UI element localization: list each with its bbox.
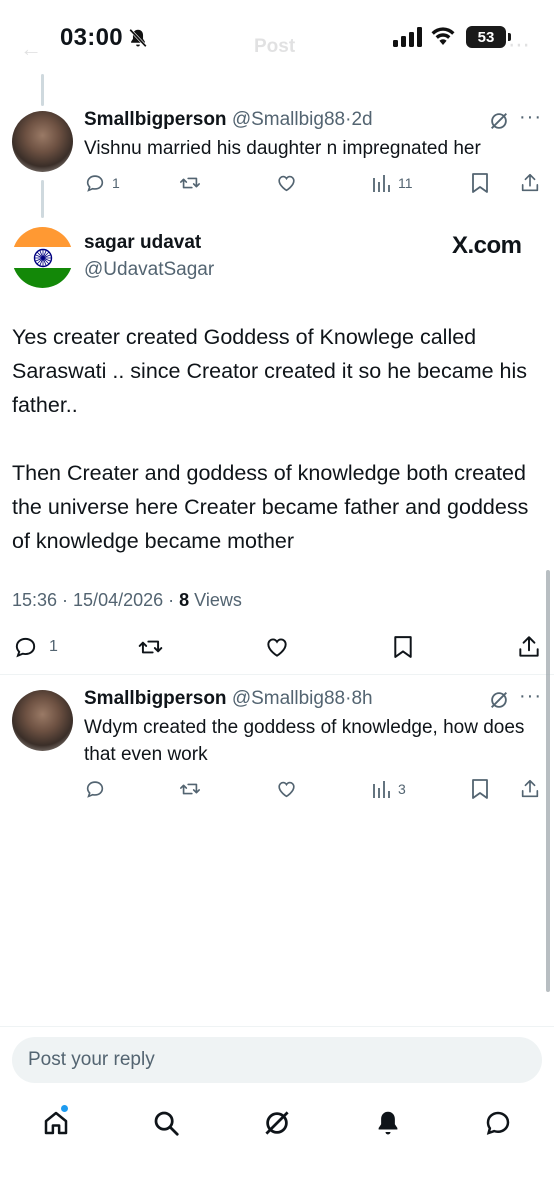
xcom-badge: X.com [452,232,522,259]
views-icon [373,781,390,798]
bell-off-icon [129,28,147,48]
author-name[interactable]: Smallbigperson [84,109,227,130]
share-icon [519,636,539,657]
bookmark-button[interactable] [470,778,490,800]
status-time: 03:00 [60,24,123,51]
views-count: 11 [398,175,413,191]
post-time: 2d [351,109,373,130]
post-text-paragraph-1: Yes creater created Goddess of Knowlege … [12,325,528,417]
scrollbar[interactable] [546,570,550,992]
notifications-icon [378,1111,398,1135]
bookmark-button[interactable] [392,634,414,660]
author-handle[interactable]: @UdavatSagar [84,259,214,281]
author-handle[interactable]: @Smallbig88 [232,688,345,709]
heart-icon [278,781,295,798]
bookmark-icon [472,173,488,193]
views-icon [373,175,390,192]
avatar[interactable] [12,690,73,751]
views-button[interactable]: 3 [372,778,406,800]
post-text: Vishnu married his daughter n impregnate… [84,138,481,159]
share-button[interactable] [519,778,541,800]
avatar[interactable] [12,111,73,172]
divider [0,674,554,675]
bookmark-icon [472,779,488,799]
views-total[interactable]: 8 [179,590,189,610]
reply-author-line: Smallbigperson @Smallbig88·8h [84,688,373,710]
battery-nub [508,33,511,41]
header-title: Post [254,36,296,57]
cellular-signal-icon [393,27,422,47]
repost-button[interactable] [136,634,165,660]
repost-button[interactable] [178,172,202,194]
reply-button[interactable] [84,778,106,800]
share-icon [521,173,539,192]
nav-messages[interactable] [481,1106,515,1140]
heart-icon [267,638,287,657]
nav-search[interactable] [149,1106,183,1140]
reply-placeholder: Post your reply [28,1049,155,1070]
heart-icon [278,175,295,192]
grok-icon[interactable] [488,689,510,711]
share-button[interactable] [519,172,541,194]
author-name[interactable]: Smallbigperson [84,688,227,709]
like-button[interactable] [275,778,298,800]
share-button[interactable] [516,634,542,660]
reply-input[interactable]: Post your reply [12,1037,542,1083]
more-options-icon[interactable]: ··· [519,106,542,129]
reply-button[interactable]: 1 [84,172,120,194]
repost-icon [180,783,200,795]
reply-icon [86,175,104,192]
repost-icon [138,640,163,654]
flag-saffron-band [12,227,73,248]
wifi-icon [431,27,455,45]
post-text: Wdym created the goddess of knowledge, h… [84,717,525,765]
grok-icon[interactable] [488,110,510,132]
reply-icon [15,637,36,658]
post-meta: 15:36 · 15/04/2026 · 8 Views [12,590,242,611]
share-icon [521,779,539,798]
bookmark-icon [394,636,412,658]
divider [0,1026,554,1027]
avatar[interactable] [12,227,73,288]
reply-count: 1 [49,638,58,655]
repost-icon [180,177,200,189]
back-arrow-icon[interactable]: ← [20,36,42,62]
views-button[interactable]: 11 [372,172,413,194]
repost-button[interactable] [178,778,202,800]
views-label: Views [189,590,242,610]
home-notification-dot [60,1104,69,1113]
post-text-paragraph-2: Then Creater and goddess of knowledge bo… [12,461,529,553]
nav-notifications[interactable] [371,1106,405,1140]
author-name[interactable]: sagar udavat [84,232,201,254]
thread-line-connector [41,180,44,218]
views-count: 3 [398,781,406,797]
search-icon [154,1111,179,1136]
grok-icon [265,1111,289,1135]
reply-icon [86,781,104,798]
battery-indicator: 53 [466,26,506,48]
flag-green-band [12,267,73,288]
like-button[interactable] [263,634,291,660]
status-bar: ← Post ⋯ 03:00 53 [0,0,554,74]
more-options-icon[interactable]: ··· [519,685,542,708]
messages-icon [486,1111,510,1135]
header-more-icon[interactable]: ⋯ [508,32,530,58]
ashoka-chakra-icon [33,248,52,267]
reply-count: 1 [112,175,120,191]
like-button[interactable] [275,172,298,194]
nav-grok[interactable] [260,1106,294,1140]
parent-author-line: Smallbigperson @Smallbig88·2d [84,109,373,131]
thread-line-top [41,74,44,106]
bookmark-button[interactable] [470,172,490,194]
reply-button[interactable]: 1 [12,634,58,660]
post-timestamp: 15:36 · 15/04/2026 · [12,590,180,610]
post-time: 8h [351,688,373,709]
author-handle[interactable]: @Smallbig88 [232,109,345,130]
